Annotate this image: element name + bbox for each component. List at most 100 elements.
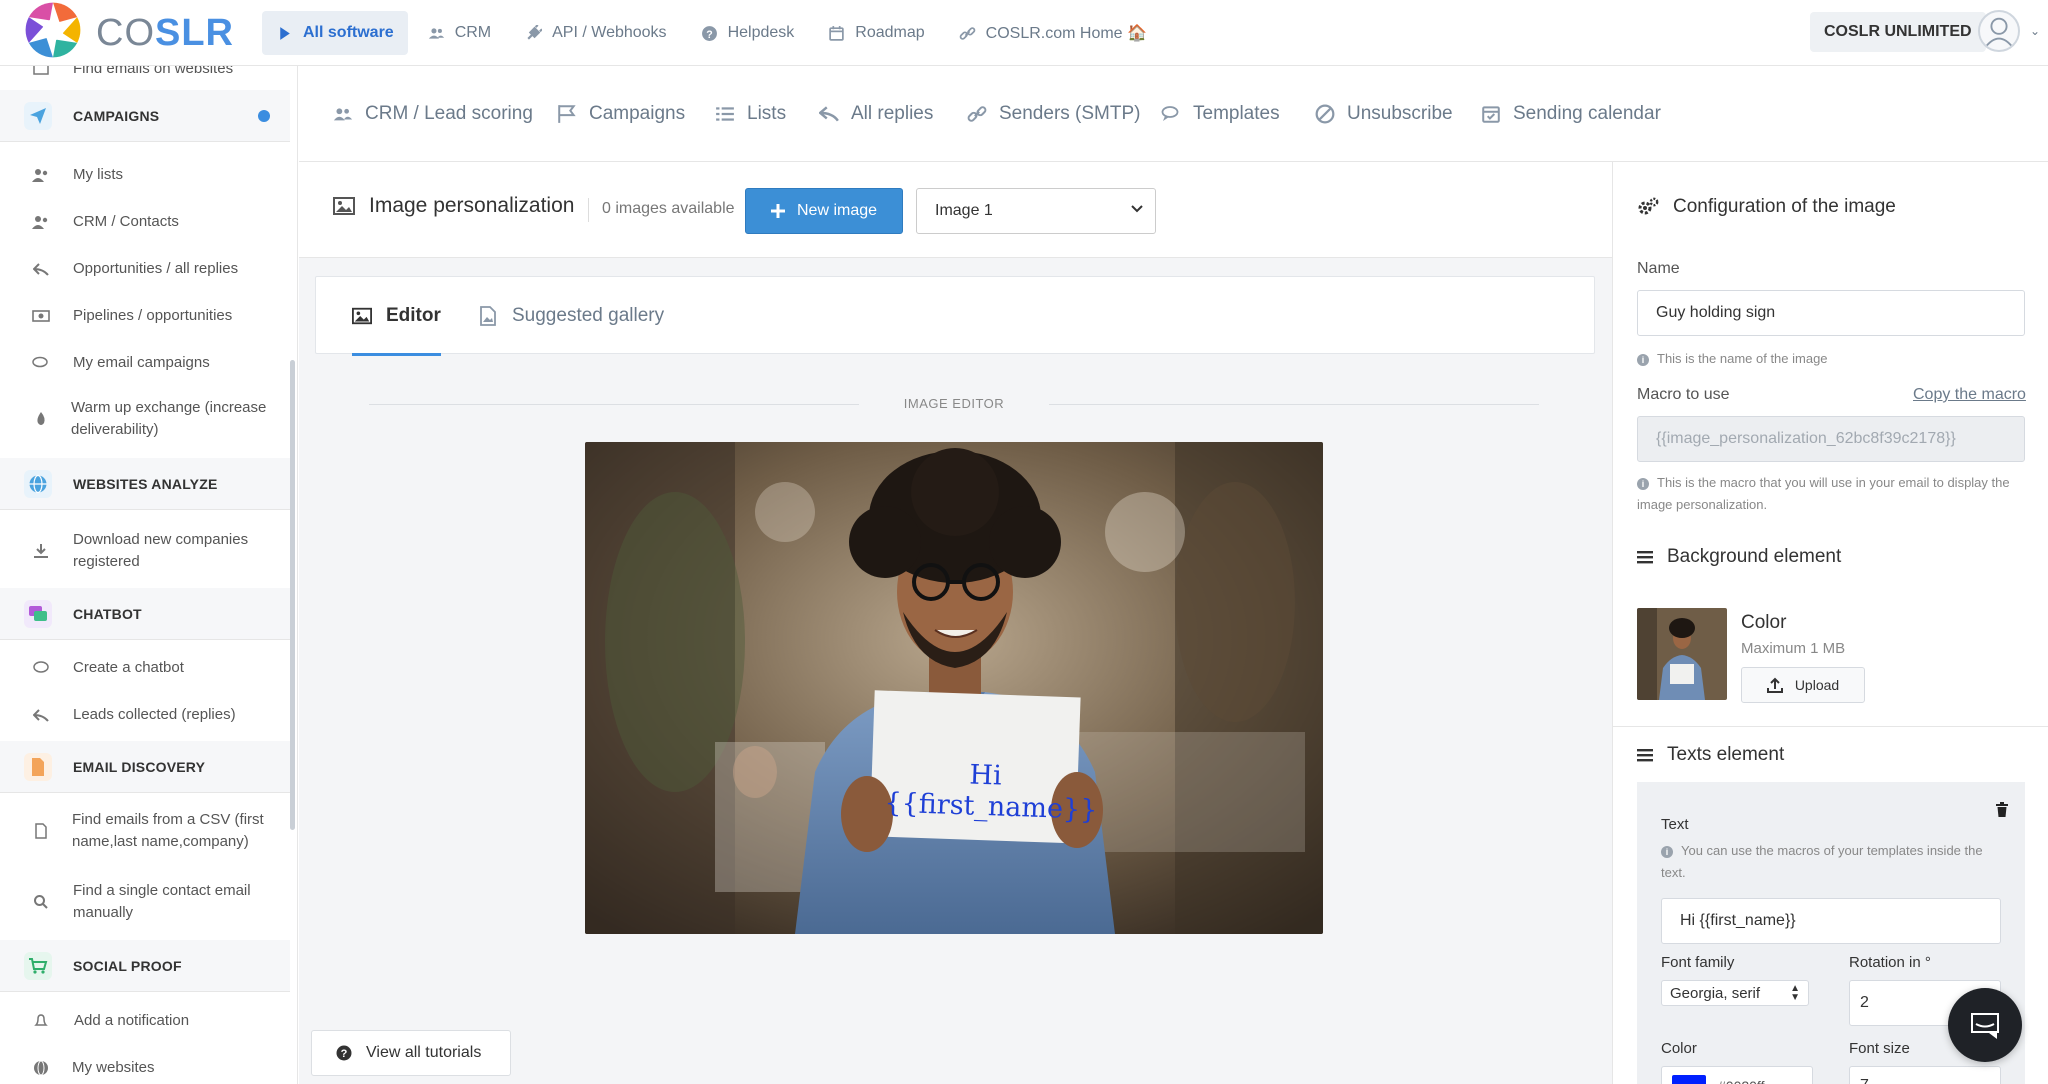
bell-icon — [32, 1012, 50, 1030]
subnav-templates[interactable]: Templates — [1161, 100, 1280, 128]
subnav-all-replies[interactable]: All replies — [819, 100, 933, 128]
topnav-item-label: Helpdesk — [727, 24, 795, 41]
color-swatch[interactable] — [1672, 1075, 1706, 1084]
background-element-header[interactable]: Background element — [1637, 546, 1841, 568]
paper-plane-icon — [24, 101, 52, 130]
new-image-button[interactable]: New image — [745, 188, 903, 234]
sidebar-item-create-chatbot[interactable]: Create a chatbot — [0, 653, 290, 683]
upload-label: Upload — [1794, 677, 1840, 693]
sidebar-item-find-emails-websites[interactable]: Find emails on websites — [0, 66, 290, 84]
sign-text-overlay[interactable]: Hi {{first_name}} — [884, 757, 1098, 825]
sidebar-item-warm-up[interactable]: Warm up exchange (increase deliverabilit… — [0, 394, 290, 444]
question-circle-icon: ? — [336, 1045, 352, 1061]
live-chat-button[interactable] — [1948, 988, 2022, 1062]
sidebar-section-label: WEBSITES ANALYZE — [73, 475, 218, 492]
color-input[interactable]: #0020ff — [1661, 1066, 1813, 1084]
image-personalization-header: Image personalization 0 images available… — [299, 162, 1612, 258]
user-icon — [1983, 17, 2015, 49]
font-family-select[interactable]: Georgia, serif ▲ ▼ — [1661, 980, 1809, 1006]
topnav-coslr-home[interactable]: COSLR.com Home 🏠 — [945, 11, 1161, 55]
tab-editor[interactable]: Editor — [352, 277, 441, 356]
sidebar-section-email-discovery[interactable]: EMAIL DISCOVERY — [0, 741, 290, 793]
sidebar-section-social-proof[interactable]: SOCIAL PROOF — [0, 940, 290, 992]
sidebar-item-leads-collected[interactable]: Leads collected (replies) — [0, 700, 290, 730]
image-select[interactable]: Image 1 — [916, 188, 1156, 234]
svg-text:?: ? — [341, 1048, 348, 1060]
image-name-input[interactable]: Guy holding sign — [1637, 290, 2025, 336]
reply-icon — [32, 260, 50, 278]
sidebar-item-crm-contacts[interactable]: CRM / Contacts — [0, 207, 290, 237]
sidebar-item-my-websites[interactable]: My websites — [0, 1053, 290, 1083]
divider — [1613, 726, 2048, 727]
rotation-value: 2 — [1860, 994, 1869, 1011]
plan-badge[interactable]: COSLR UNLIMITED — [1810, 12, 1986, 52]
sidebar-item-my-lists[interactable]: My lists — [0, 160, 290, 190]
info-icon: i — [1637, 354, 1649, 366]
editor-section-label: IMAGE EDITOR — [859, 394, 1049, 414]
view-tutorials-button[interactable]: ? View all tutorials — [311, 1030, 511, 1076]
name-label: Name — [1637, 260, 1680, 277]
subnav-sending-calendar[interactable]: Sending calendar — [1481, 100, 1661, 128]
sidebar-item-find-single-contact[interactable]: Find a single contact email manually — [0, 877, 290, 927]
text-input[interactable]: Hi {{first_name}} — [1661, 898, 2001, 944]
flag-icon — [558, 105, 576, 123]
sidebar-section-chatbot[interactable]: CHATBOT — [0, 588, 290, 640]
plus-icon — [770, 204, 785, 218]
subnav-item-label: Campaigns — [589, 103, 686, 124]
topnav-item-label: API / Webhooks — [552, 24, 667, 41]
notification-dot — [258, 109, 270, 122]
divider — [588, 198, 589, 222]
topnav-item-label: COSLR.com Home 🏠 — [985, 25, 1147, 42]
subnav-unsubscribe[interactable]: Unsubscribe — [1315, 100, 1453, 128]
subnav-campaigns[interactable]: Campaigns — [557, 100, 685, 128]
user-avatar[interactable] — [1978, 10, 2020, 52]
font-size-input[interactable]: 7 — [1849, 1066, 2001, 1084]
file-icon — [32, 822, 50, 840]
copy-macro-link[interactable]: Copy the macro — [1913, 386, 2026, 404]
chevron-down-icon[interactable]: ⌄ — [2030, 24, 2040, 38]
sidebar-section-campaigns[interactable]: CAMPAIGNS — [0, 90, 290, 142]
sidebar-section-websites-analyze[interactable]: WEBSITES ANALYZE — [0, 458, 290, 510]
subnav-item-label: Sending calendar — [1513, 103, 1661, 124]
calendar-icon — [829, 25, 844, 41]
sidebar-item-my-email-campaigns[interactable]: My email campaigns — [0, 348, 290, 378]
list-icon — [716, 107, 734, 121]
image-editor-panel: Image personalization 0 images available… — [299, 162, 1612, 1084]
upload-button[interactable]: Upload — [1741, 667, 1865, 703]
text-help: i You can use the macros of your template… — [1661, 840, 2001, 884]
background-thumbnail[interactable] — [1637, 608, 1727, 700]
topnav-roadmap[interactable]: Roadmap — [814, 11, 938, 55]
subnav-lists[interactable]: Lists — [715, 100, 786, 128]
macro-input[interactable]: {{image_personalization_62bc8f39c2178}} — [1637, 416, 2025, 462]
sidebar-item-find-emails-csv[interactable]: Find emails from a CSV (first name,last … — [0, 806, 290, 856]
macro-label: Macro to use — [1637, 386, 1730, 403]
sidebar-item-opportunities[interactable]: Opportunities / all replies — [0, 254, 290, 284]
search-icon — [32, 893, 50, 911]
tab-suggested-gallery[interactable]: Suggested gallery — [478, 277, 664, 355]
texts-element-header[interactable]: Texts element — [1637, 744, 1784, 766]
play-icon — [280, 26, 290, 40]
text-label: Text — [1661, 816, 1689, 833]
topnav-helpdesk[interactable]: ? Helpdesk — [687, 11, 809, 55]
sidebar-item-add-notification[interactable]: Add a notification — [0, 1006, 290, 1036]
sidebar-item-pipelines[interactable]: Pipelines / opportunities — [0, 301, 290, 331]
subnav-crm-lead-scoring[interactable]: CRM / Lead scoring — [333, 100, 533, 128]
brand-name: COSLR — [96, 11, 234, 54]
coslr-logo[interactable]: COSLR — [24, 0, 234, 66]
personalized-image-canvas[interactable]: Hi {{first_name}} — [585, 442, 1323, 934]
subnav-senders-smtp[interactable]: Senders (SMTP) — [967, 100, 1140, 128]
rotation-label: Rotation in ° — [1849, 954, 1931, 971]
topnav-menu: All software CRM API / Webhooks ? Helpde… — [262, 11, 1161, 55]
image-icon — [352, 307, 372, 325]
sidebar-item-label: Opportunities / all replies — [73, 260, 239, 277]
link-icon — [967, 106, 987, 122]
image-configuration-panel: Configuration of the image Name Guy hold… — [1612, 162, 2048, 1084]
sidebar-scrollbar[interactable] — [290, 360, 295, 830]
color-value: #0020ff — [1718, 1078, 1764, 1084]
topnav-api-webhooks[interactable]: API / Webhooks — [511, 11, 680, 55]
trash-icon[interactable] — [1995, 802, 2009, 818]
sidebar-item-download-companies[interactable]: Download new companies registered — [0, 526, 290, 576]
tutorials-label: View all tutorials — [366, 1044, 482, 1061]
topnav-all-software[interactable]: All software — [262, 11, 408, 55]
topnav-crm[interactable]: CRM — [414, 11, 505, 55]
